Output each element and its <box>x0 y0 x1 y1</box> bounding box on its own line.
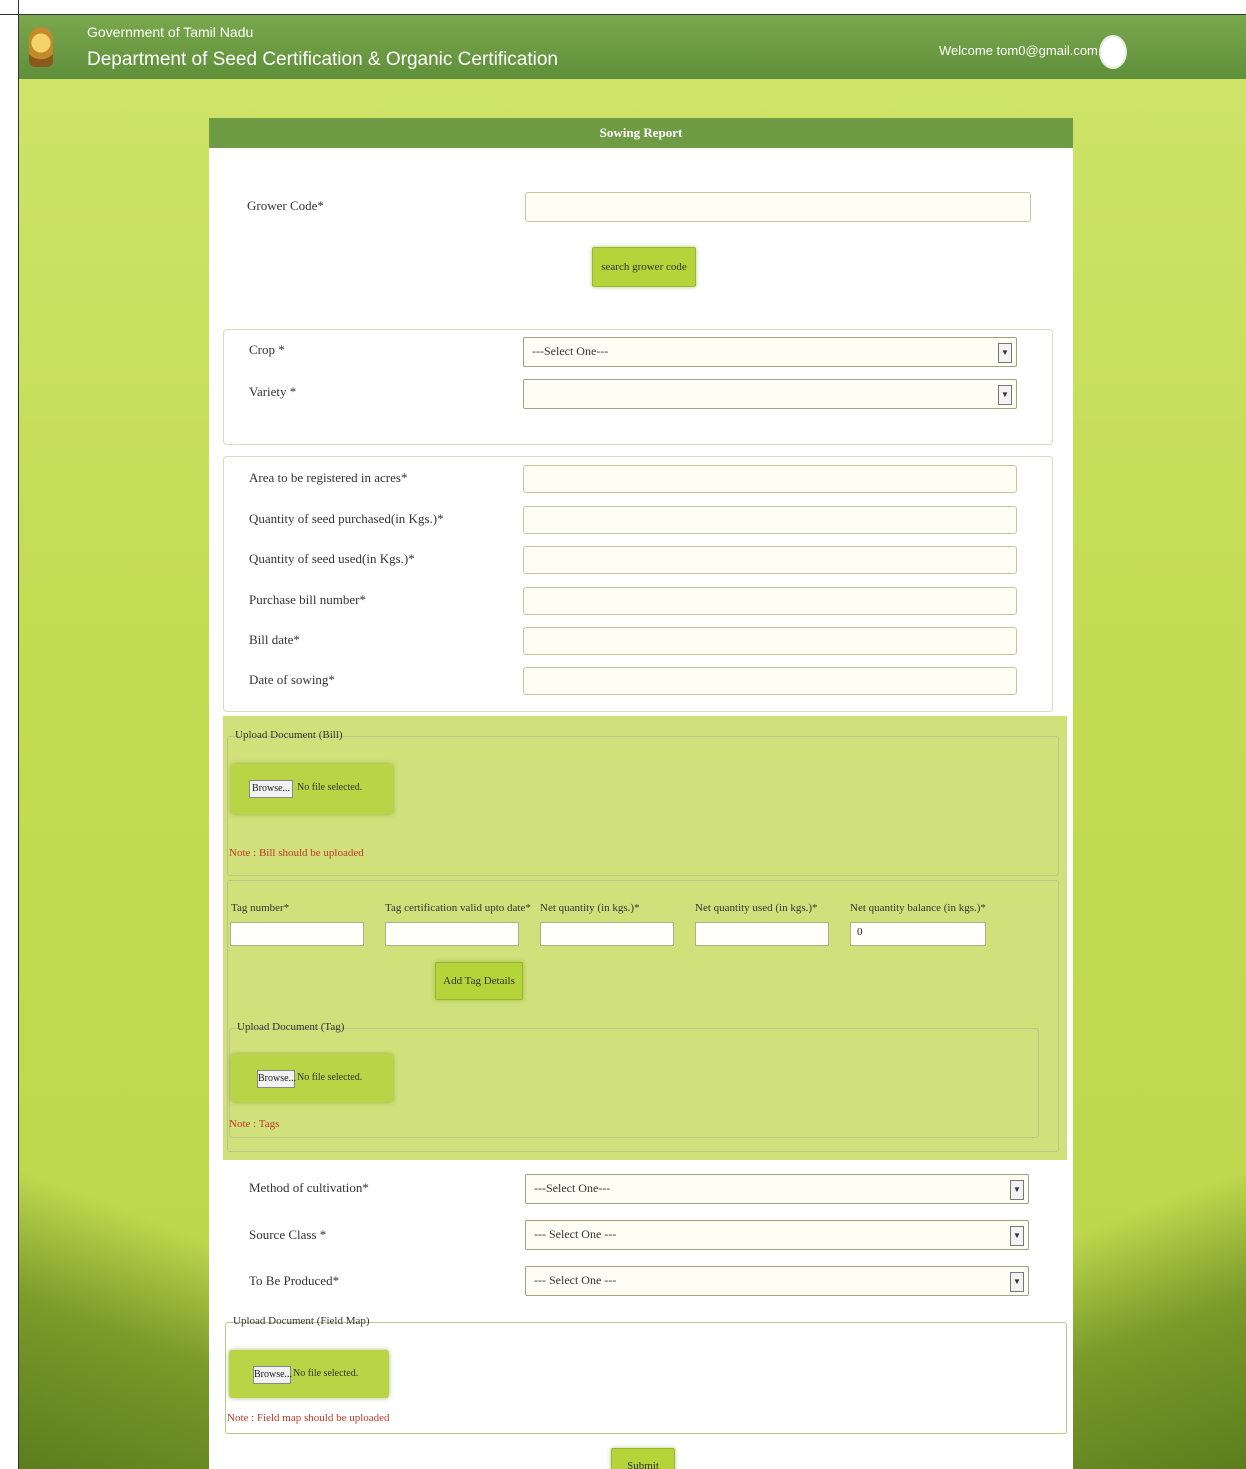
tag-number-input[interactable] <box>230 922 364 946</box>
sowing-date-label: Date of sowing* <box>249 672 335 687</box>
window-corner <box>0 0 19 15</box>
bill-number-input[interactable] <box>523 587 1017 615</box>
welcome-text: Welcome tom0@gmail.com <box>939 43 1098 58</box>
tag-validity-label: Tag certification valid upto date* <box>385 902 531 914</box>
produced-label: To Be Produced* <box>249 1273 340 1288</box>
tag-file-input[interactable]: Browse... No file selected. <box>231 1054 393 1102</box>
tag-upload-legend: Upload Document (Tag) <box>237 1021 345 1033</box>
grass-decoration-right <box>1047 1115 1246 1469</box>
fieldmap-upload-legend: Upload Document (Field Map) <box>233 1315 370 1327</box>
bill-date-input[interactable] <box>523 627 1017 655</box>
bill-upload-legend: Upload Document (Bill) <box>235 729 343 741</box>
fieldmap-no-file-text: No file selected. <box>293 1368 359 1379</box>
qty-used-input[interactable] <box>523 546 1017 574</box>
cultivation-select[interactable]: ---Select One--- ▼ <box>525 1174 1029 1204</box>
grower-code-input[interactable] <box>525 192 1031 222</box>
chevron-down-icon: ▼ <box>1010 1180 1024 1200</box>
fieldmap-browse-button[interactable]: Browse... <box>253 1366 292 1384</box>
cultivation-label: Method of cultivation* <box>249 1180 369 1195</box>
bill-number-label: Purchase bill number* <box>249 592 366 607</box>
tag-no-file-text: No file selected. <box>297 1072 363 1083</box>
grower-code-label: Grower Code* <box>247 198 324 213</box>
tag-number-label: Tag number* <box>231 902 290 914</box>
cultivation-select-value: ---Select One--- <box>534 1181 611 1195</box>
net-qty-balance-label: Net quantity balance (in kgs.)* <box>850 902 986 914</box>
net-qty-input[interactable] <box>540 922 674 946</box>
grass-decoration-left <box>19 1115 219 1469</box>
fieldmap-note: Note : Field map should be uploaded <box>227 1412 390 1424</box>
bill-date-label: Bill date* <box>249 632 300 647</box>
chevron-down-icon: ▼ <box>1010 1272 1024 1292</box>
panel-title: Sowing Report <box>209 118 1073 148</box>
site-header: Government of Tamil Nadu Department of S… <box>19 15 1246 79</box>
net-qty-balance-input[interactable]: 0 <box>850 922 986 946</box>
qty-used-label: Quantity of seed used(in Kgs.)* <box>249 551 415 566</box>
produced-select-value: --- Select One --- <box>534 1273 617 1287</box>
source-class-select[interactable]: --- Select One --- ▼ <box>525 1220 1029 1250</box>
search-grower-code-button[interactable]: search grower code <box>592 247 696 287</box>
source-class-label: Source Class * <box>249 1227 327 1242</box>
bill-note: Note : Bill should be uploaded <box>229 847 364 859</box>
tamil-nadu-emblem-icon <box>29 27 53 67</box>
fieldmap-file-input[interactable]: Browse... No file selected. <box>229 1350 389 1398</box>
qty-purchased-input[interactable] <box>523 506 1017 534</box>
variety-label: Variety * <box>249 384 297 399</box>
crop-select[interactable]: ---Select One--- ▼ <box>523 337 1017 367</box>
user-avatar-icon[interactable] <box>1099 35 1127 69</box>
sowing-report-panel: Sowing Report Grower Code* search grower… <box>209 118 1073 1469</box>
sowing-date-input[interactable] <box>523 667 1017 695</box>
area-input[interactable] <box>523 465 1017 493</box>
crop-label: Crop * <box>249 342 285 357</box>
net-qty-used-input[interactable] <box>695 922 829 946</box>
bill-no-file-text: No file selected. <box>297 782 363 793</box>
submit-button[interactable]: Submit <box>611 1448 675 1469</box>
source-class-select-value: --- Select One --- <box>534 1227 617 1241</box>
produced-select[interactable]: --- Select One --- ▼ <box>525 1266 1029 1296</box>
crop-select-value: ---Select One--- <box>532 344 609 358</box>
add-tag-details-button[interactable]: Add Tag Details <box>435 962 523 1000</box>
chevron-down-icon: ▼ <box>998 343 1012 363</box>
bill-browse-button[interactable]: Browse... <box>249 780 293 798</box>
tag-note: Note : Tags <box>229 1118 280 1130</box>
tag-validity-input[interactable] <box>385 922 519 946</box>
variety-select[interactable]: ▼ <box>523 379 1017 409</box>
qty-purchased-label: Quantity of seed purchased(in Kgs.)* <box>249 511 444 526</box>
tag-browse-button[interactable]: Browse... <box>257 1070 296 1088</box>
department-title: Department of Seed Certification & Organ… <box>87 49 558 70</box>
government-title: Government of Tamil Nadu <box>87 24 254 40</box>
area-label: Area to be registered in acres* <box>249 470 408 485</box>
net-qty-used-label: Net quantity used (in kgs.)* <box>695 902 818 914</box>
page-background: Government of Tamil Nadu Department of S… <box>18 14 1246 1469</box>
chevron-down-icon: ▼ <box>998 385 1012 405</box>
bill-file-input[interactable]: Browse... No file selected. <box>231 764 393 814</box>
chevron-down-icon: ▼ <box>1010 1226 1024 1246</box>
net-qty-label: Net quantity (in kgs.)* <box>540 902 640 914</box>
